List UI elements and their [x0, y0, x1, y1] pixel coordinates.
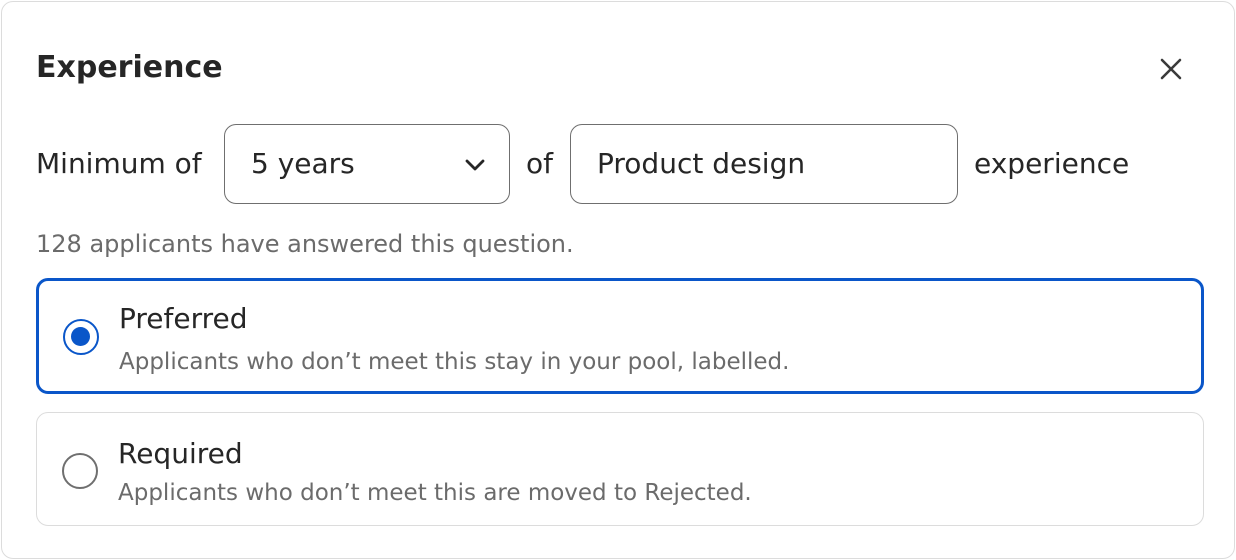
- preferred-radio[interactable]: [63, 319, 99, 355]
- years-select[interactable]: 5 years: [224, 124, 510, 204]
- experience-label: experience: [974, 147, 1130, 180]
- chevron-down-icon: [465, 159, 485, 171]
- option-description: Applicants who don’t meet this stay in y…: [119, 349, 790, 375]
- option-label: Required: [118, 437, 243, 470]
- dialog-title: Experience: [36, 50, 223, 85]
- option-required[interactable]: Required Applicants who don’t meet this …: [36, 412, 1204, 526]
- close-button[interactable]: [1152, 50, 1190, 88]
- experience-field-input[interactable]: Product design: [570, 124, 958, 204]
- years-select-value: 5 years: [251, 147, 355, 180]
- option-preferred[interactable]: Preferred Applicants who don’t meet this…: [36, 278, 1204, 394]
- close-icon: [1160, 58, 1182, 80]
- experience-criteria-row: Minimum of 5 years of Product design exp…: [36, 124, 1206, 204]
- option-label: Preferred: [119, 302, 248, 335]
- experience-field-value: Product design: [597, 147, 806, 180]
- minimum-of-label: Minimum of: [36, 147, 202, 180]
- applicants-answered-hint: 128 applicants have answered this questi…: [36, 230, 574, 258]
- required-radio[interactable]: [62, 453, 98, 489]
- option-description: Applicants who don’t meet this are moved…: [118, 480, 752, 506]
- experience-dialog: Experience Minimum of 5 years of Product…: [1, 1, 1235, 559]
- of-label: of: [526, 147, 553, 180]
